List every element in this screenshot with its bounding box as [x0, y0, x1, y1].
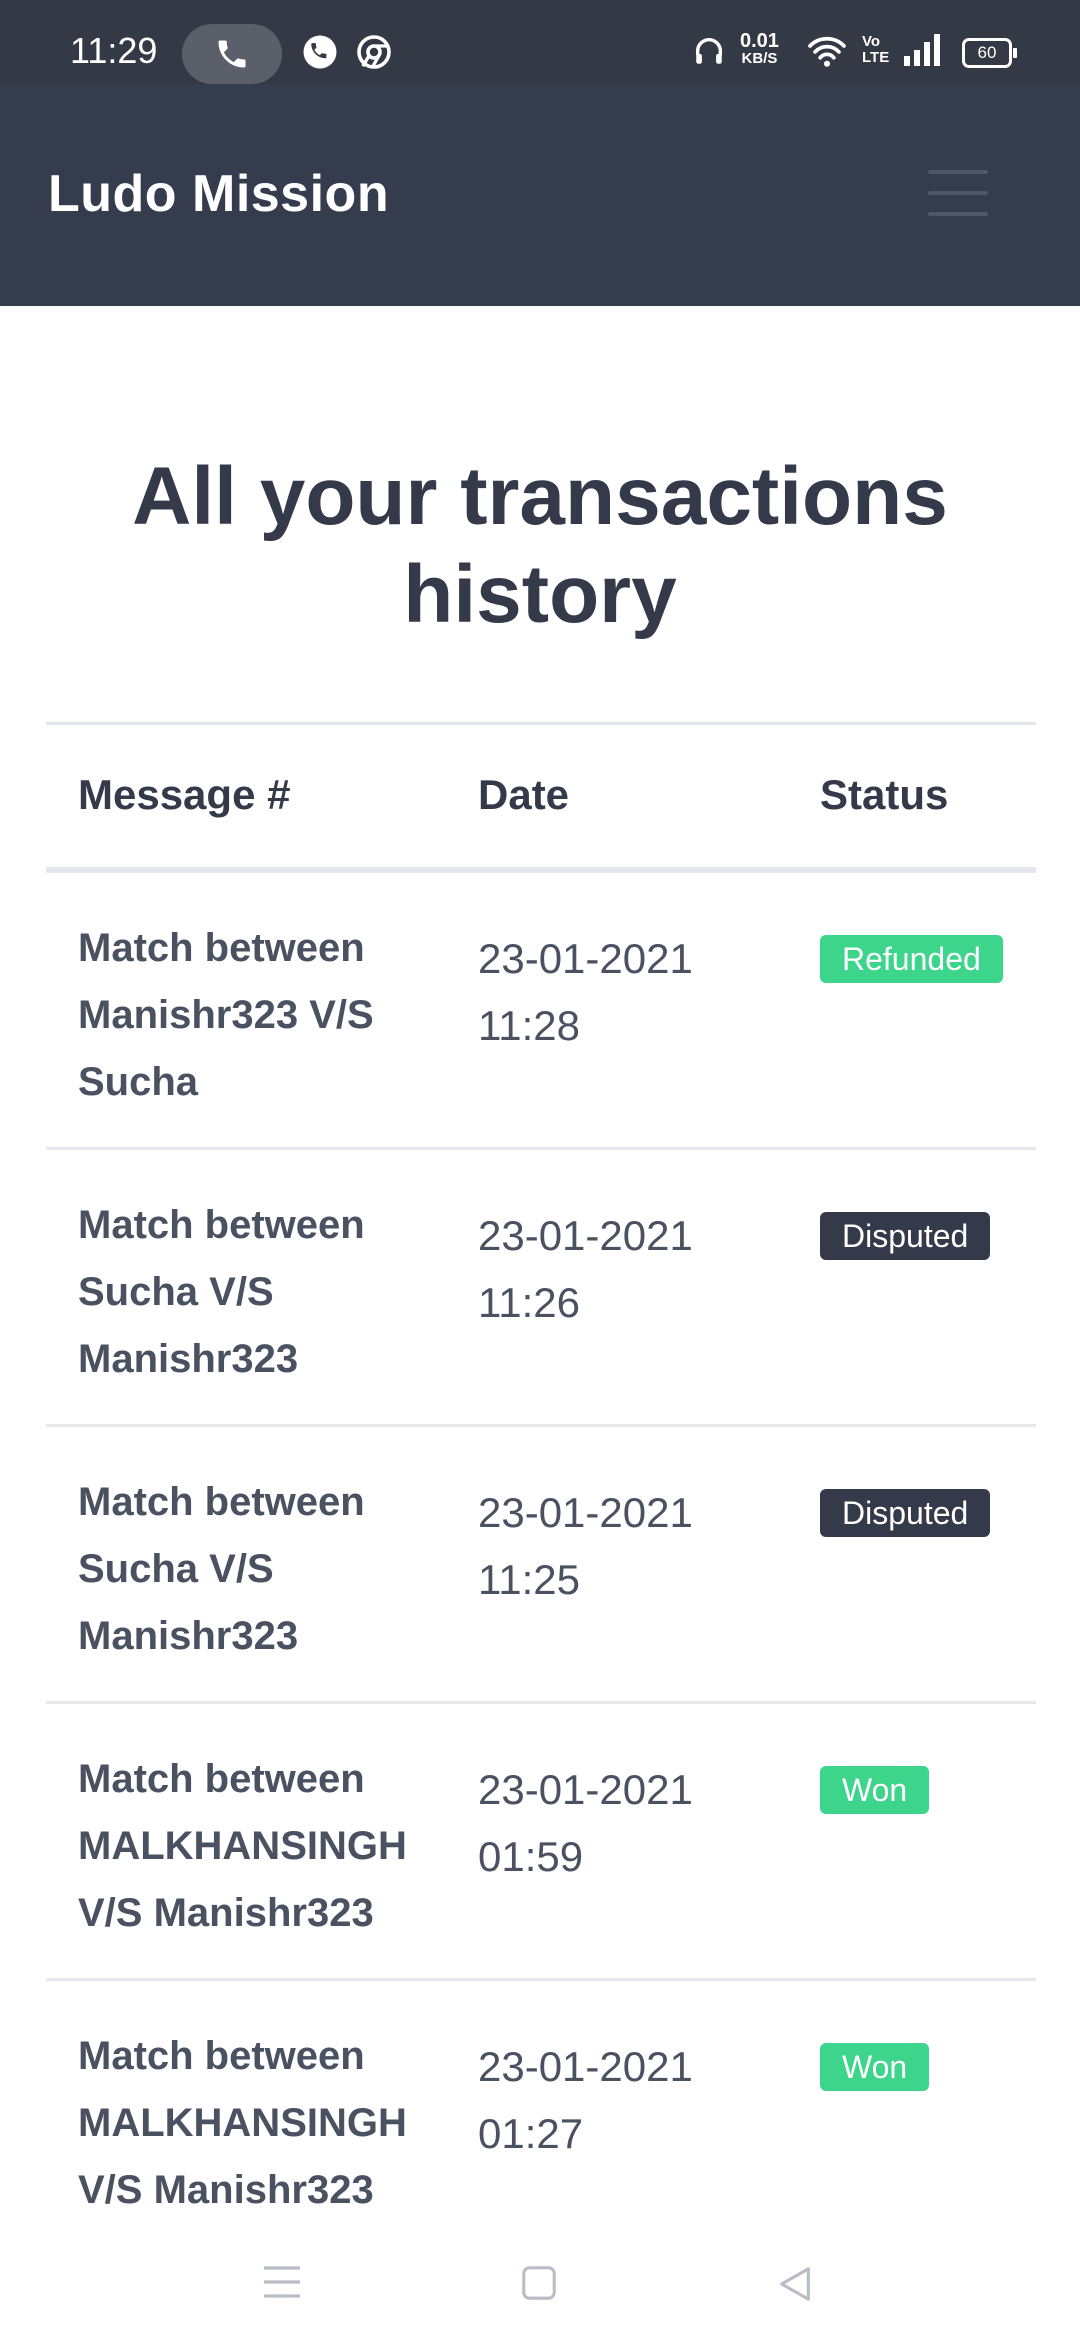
message-cell: Match between Sucha V/S Manishr323 — [78, 1203, 365, 1381]
status-time: 11:29 — [70, 30, 158, 71]
phone-icon — [218, 40, 246, 68]
volte-indicator: Vo LTE — [862, 33, 890, 66]
table-header: Message # Date Status — [46, 722, 1036, 873]
status-badge: Refunded — [820, 935, 1003, 983]
table-row: Match between MALKHANSINGH V/S Manishr32… — [46, 1981, 1036, 2255]
message-cell: Match between Manishr323 V/S Sucha — [78, 926, 374, 1104]
column-header-message: Message # — [78, 771, 291, 818]
headphones-icon — [695, 38, 723, 64]
back-nav-icon[interactable] — [776, 2264, 814, 2304]
home-nav-icon[interactable] — [520, 2264, 558, 2302]
message-cell: Match between MALKHANSINGH V/S Manishr32… — [78, 2034, 407, 2212]
message-cell: Match between Sucha V/S Manishr323 — [78, 1480, 365, 1658]
status-badge: Disputed — [820, 1489, 991, 1537]
status-bar: 11:29 0.01 KB/S Vo LTE 60 — [0, 0, 1080, 84]
network-speed: 0.01 KB/S — [740, 30, 779, 67]
table-row: Match between Manishr323 V/S Sucha 23-01… — [46, 873, 1036, 1150]
signal-icon — [904, 34, 940, 66]
date-cell: 23-01-2021 11:28 — [478, 935, 693, 1049]
wifi-icon — [808, 36, 846, 67]
menu-nav-icon[interactable] — [262, 2264, 302, 2300]
status-badge: Won — [820, 1766, 930, 1814]
date-cell: 23-01-2021 01:59 — [478, 1766, 693, 1880]
status-badge: Disputed — [820, 1212, 991, 1260]
whatsapp-call-icon — [303, 35, 337, 69]
table-row: Match between MALKHANSINGH V/S Manishr32… — [46, 1704, 1036, 1981]
app-header: Ludo Mission — [0, 84, 1080, 306]
chrome-icon — [357, 35, 391, 69]
table-row: Match between Sucha V/S Manishr323 23-01… — [46, 1427, 1036, 1704]
column-header-status: Status — [820, 771, 949, 818]
page-title: All your transactions history — [132, 451, 948, 640]
column-header-date: Date — [478, 771, 570, 818]
brand-logo-text[interactable]: Ludo Mission — [48, 164, 389, 224]
date-cell: 23-01-2021 01:27 — [478, 2043, 693, 2157]
message-cell: Match between MALKHANSINGH V/S Manishr32… — [78, 1757, 407, 1935]
system-navigation-bar — [0, 2220, 1080, 2340]
battery-icon: 60 — [962, 38, 1017, 68]
ongoing-call-pill[interactable] — [182, 24, 282, 84]
date-cell: 23-01-2021 11:26 — [478, 1212, 693, 1326]
date-cell: 23-01-2021 11:25 — [478, 1489, 693, 1603]
menu-toggle-icon[interactable] — [928, 170, 988, 218]
table-row: Match between Sucha V/S Manishr323 23-01… — [46, 1150, 1036, 1427]
transactions-table: Message # Date Status Match between Mani… — [46, 722, 1036, 2255]
status-badge: Won — [820, 2043, 930, 2091]
